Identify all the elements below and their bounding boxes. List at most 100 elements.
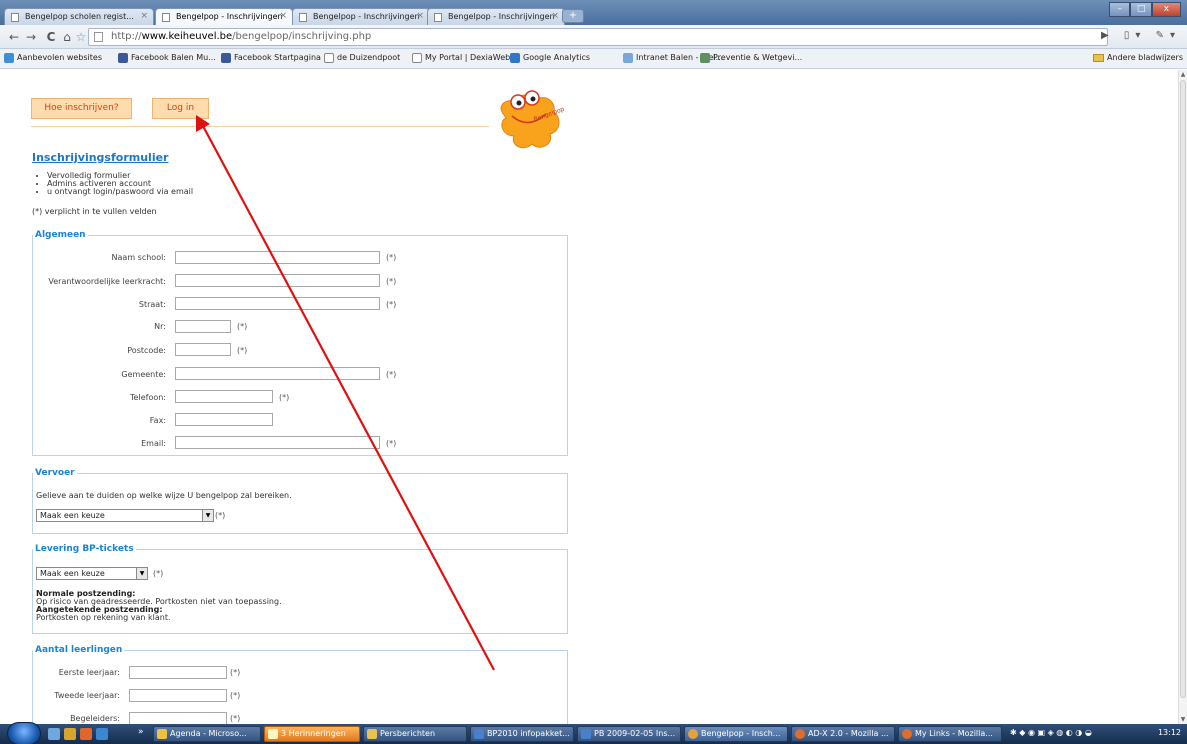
telefoon-input[interactable]: [175, 390, 273, 403]
show-desktop-icon[interactable]: [48, 728, 60, 740]
task-label: PB 2009-02-05 Ins...: [594, 729, 676, 738]
form-title[interactable]: Inschrijvingsformulier: [32, 151, 168, 164]
task-label: BP2010 infopakket...: [487, 729, 570, 738]
vervoer-select[interactable]: Maak een keuze ▼: [36, 509, 214, 522]
vervoer-instruction: Gelieve aan te duiden op welke wijze U b…: [36, 491, 292, 500]
tab-label: Bengelpop - Inschrijvingen: [176, 12, 283, 21]
taskbar-item-agenda[interactable]: Agenda - Microso...: [153, 726, 261, 742]
gemeente-input[interactable]: [175, 367, 380, 380]
scroll-up-arrow-icon[interactable]: ▲: [1179, 71, 1187, 78]
required-mark: (*): [386, 300, 397, 309]
explorer-icon[interactable]: [64, 728, 76, 740]
required-mark: (*): [230, 668, 241, 677]
new-tab-button[interactable]: +: [562, 9, 584, 23]
ie-icon[interactable]: [96, 728, 108, 740]
tab-bengelpop-register[interactable]: Bengelpop scholen regist... ×: [4, 8, 154, 25]
bookmark-dexiaweb[interactable]: My Portal | DexiaWeb: [412, 53, 511, 63]
bengelpop-mascot-logo: [500, 90, 560, 149]
label-eerste-leerjaar: Eerste leerjaar:: [58, 668, 120, 677]
levering-select[interactable]: Maak een keuze ▼: [36, 567, 148, 580]
analytics-icon: [510, 53, 520, 63]
system-tray-icons[interactable]: ✱ ◆ ◉ ▣ ◈ ◍ ◐ ◑ ◒: [1010, 728, 1092, 737]
reload-icon[interactable]: C: [43, 29, 59, 45]
minimize-button[interactable]: –: [1109, 2, 1131, 17]
chevron-down-icon[interactable]: ▼: [202, 510, 213, 521]
label-leerkracht: Verantwoordelijke leerkracht:: [48, 277, 166, 286]
title-bar: Bengelpop scholen regist... × Bengelpop …: [0, 0, 1187, 25]
close-icon[interactable]: ×: [551, 11, 559, 21]
facebook-icon: [118, 53, 128, 63]
media-icon[interactable]: [80, 728, 92, 740]
bookmark-google-analytics[interactable]: Google Analytics: [510, 53, 591, 63]
taskbar-item-adx[interactable]: AD-X 2.0 - Mozilla ...: [791, 726, 895, 742]
taskbar-item-bp2010[interactable]: BP2010 infopakket...: [470, 726, 574, 742]
page-menu-icon[interactable]: ▶ ▯▾ ✎▾: [1101, 30, 1181, 41]
tab-inschrijvingen-2[interactable]: Bengelpop - Inschrijvingen ×: [292, 8, 430, 25]
start-button[interactable]: [7, 722, 41, 744]
taskbar-item-herinneringen[interactable]: 3 Herinneringen: [264, 726, 360, 742]
required-mark: (*): [237, 346, 248, 355]
taskbar-item-mylinks[interactable]: My Links - Mozilla...: [898, 726, 1002, 742]
bookmark-aanbevolen[interactable]: Aanbevolen websites: [4, 53, 102, 63]
required-mark: (*): [386, 253, 397, 262]
bookmark-other-folder[interactable]: Andere bladwijzers: [1093, 53, 1183, 62]
overflow-chevron-icon[interactable]: »: [138, 727, 144, 737]
label-nr: Nr:: [154, 322, 166, 331]
taskbar-item-persberichten[interactable]: Persberichten: [363, 726, 467, 742]
select-value: Maak een keuze: [40, 569, 105, 578]
taskbar-item-bengelpop[interactable]: Bengelpop - Insch...: [684, 726, 788, 742]
nr-input[interactable]: [175, 320, 231, 333]
vertical-scrollbar[interactable]: ▲ ▼: [1178, 70, 1187, 724]
bookmark-preventie[interactable]: Preventie & Wetgevi...: [700, 53, 803, 63]
postcode-input[interactable]: [175, 343, 231, 356]
aangetekende-postzending-text: Portkosten op rekening van klant.: [36, 613, 171, 622]
email-input[interactable]: [175, 436, 380, 449]
naam-school-input[interactable]: [175, 251, 380, 264]
fax-input[interactable]: [175, 413, 273, 426]
bookmark-duizendpoot[interactable]: de Duizendpoot: [324, 53, 400, 63]
tab-label: Bengelpop - Inschrijvingen: [448, 12, 555, 21]
bookmark-label: Google Analytics: [523, 53, 591, 62]
tab-inschrijvingen-active[interactable]: Bengelpop - Inschrijvingen ×: [155, 8, 293, 25]
leerkracht-input[interactable]: [175, 274, 380, 287]
login-button[interactable]: Log in: [152, 98, 209, 119]
window-controls: – □ x: [1109, 2, 1181, 17]
label-fax: Fax:: [149, 416, 166, 425]
word-icon: [474, 729, 484, 739]
straat-input[interactable]: [175, 297, 380, 310]
scroll-down-arrow-icon[interactable]: ▼: [1179, 716, 1187, 723]
tab-label: Bengelpop - Inschrijvingen: [313, 12, 420, 21]
bookmark-label: Andere bladwijzers: [1107, 53, 1183, 62]
close-icon[interactable]: ×: [279, 11, 287, 21]
forward-arrow-icon[interactable]: →: [23, 29, 39, 45]
close-icon[interactable]: ×: [140, 11, 148, 21]
back-arrow-icon[interactable]: ←: [6, 29, 22, 45]
tweede-leerjaar-input[interactable]: [129, 689, 227, 702]
task-label: Bengelpop - Insch...: [701, 729, 781, 738]
close-icon[interactable]: ×: [416, 11, 424, 21]
label-postcode: Postcode:: [127, 346, 166, 355]
bookmark-facebook-balen[interactable]: Facebook Balen Mu...: [118, 53, 216, 63]
taskbar-item-pb2009[interactable]: PB 2009-02-05 Ins...: [577, 726, 681, 742]
folder-icon: [1093, 54, 1105, 62]
bookmarks-bar: Aanbevolen websites Facebook Balen Mu...…: [0, 49, 1187, 69]
close-window-button[interactable]: x: [1151, 2, 1181, 17]
maximize-button[interactable]: □: [1130, 2, 1152, 17]
tab-label: Bengelpop scholen regist...: [25, 12, 134, 21]
eerste-leerjaar-input[interactable]: [129, 666, 227, 679]
how-to-register-button[interactable]: Hoe inschrijven?: [31, 98, 132, 119]
tab-inschrijvingen-3[interactable]: Bengelpop - Inschrijvingen ×: [427, 8, 565, 25]
chevron-down-icon[interactable]: ▼: [136, 568, 147, 579]
address-bar[interactable]: http://www.keiheuvel.be/bengelpop/inschr…: [88, 28, 1108, 46]
fieldset-vervoer: Vervoer: [32, 468, 568, 534]
chrome-icon: [688, 729, 698, 739]
bookmark-label: Preventie & Wetgevi...: [713, 53, 803, 62]
star-icon[interactable]: ☆: [73, 29, 89, 45]
label-telefoon: Telefoon:: [130, 393, 166, 402]
scrollbar-thumb[interactable]: [1180, 80, 1186, 698]
bookmark-label: My Portal | DexiaWeb: [425, 53, 511, 62]
word-icon: [581, 729, 591, 739]
ie-icon: [4, 53, 14, 63]
bookmark-facebook-start[interactable]: Facebook Startpagina: [221, 53, 321, 63]
task-label: 3 Herinneringen: [281, 729, 346, 738]
